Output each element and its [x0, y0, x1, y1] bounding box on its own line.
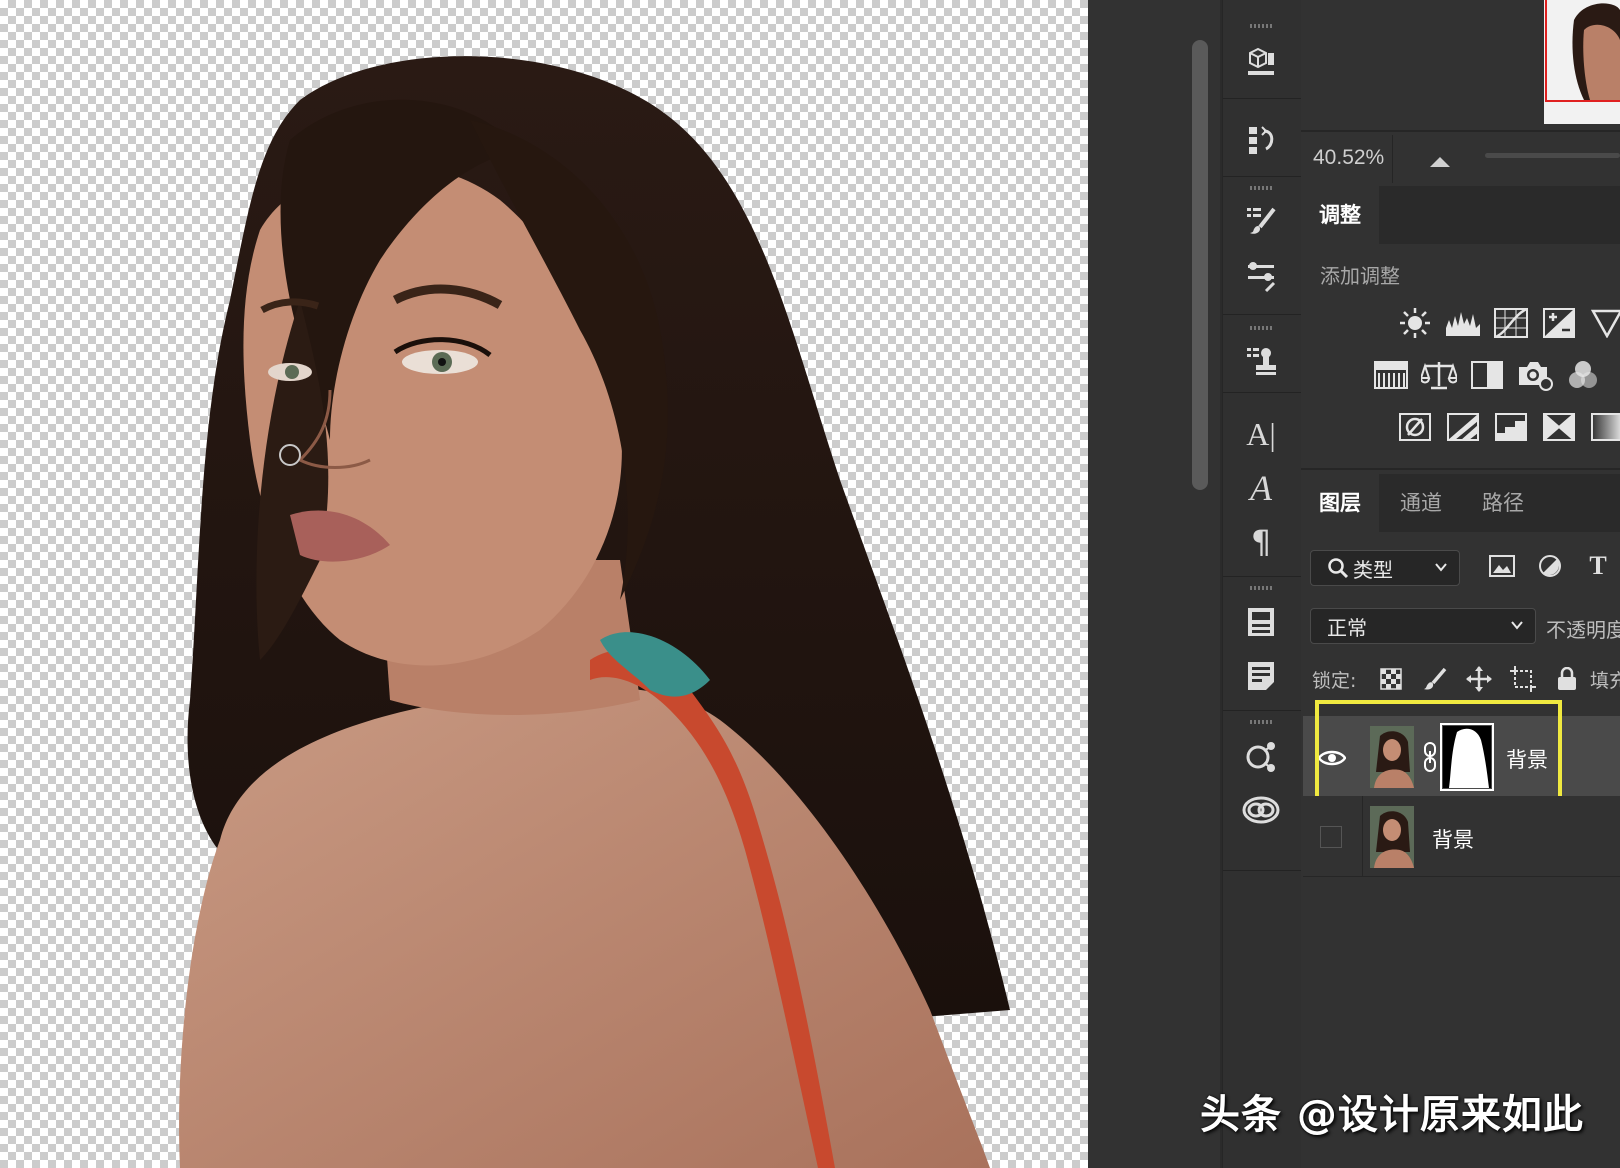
- photo-filter-icon[interactable]: [1516, 356, 1554, 394]
- curves-icon[interactable]: [1492, 304, 1530, 342]
- zoom-level[interactable]: 40.52%: [1313, 146, 1384, 170]
- watermark-text: 头条 @设计原来如此: [1200, 1092, 1584, 1138]
- chevron-down-icon: [1435, 563, 1447, 572]
- vibrance-icon[interactable]: [1588, 304, 1620, 342]
- hue-saturation-icon[interactable]: [1372, 356, 1410, 394]
- pixel-layer-filter-icon[interactable]: [1486, 550, 1518, 582]
- blend-mode-value: 正常: [1327, 615, 1367, 640]
- layers-tab-bar: 图层 通道 路径: [1301, 474, 1620, 532]
- layer-thumbnail[interactable]: [1370, 806, 1414, 868]
- annotation-highlight-box: [1315, 700, 1562, 800]
- threshold-icon[interactable]: [1492, 408, 1530, 446]
- lock-artboard-icon[interactable]: [1510, 666, 1536, 692]
- levels-icon[interactable]: [1444, 304, 1482, 342]
- document-canvas[interactable]: [0, 0, 1088, 1168]
- cutout-portrait-image: [179, 56, 1011, 1168]
- visibility-toggle-empty[interactable]: [1320, 826, 1342, 848]
- posterize-icon[interactable]: [1444, 408, 1482, 446]
- type-layer-filter-icon[interactable]: T: [1582, 550, 1614, 582]
- layer-filter-label: 类型: [1353, 557, 1393, 582]
- gradient-map-icon[interactable]: [1588, 408, 1620, 446]
- lock-all-icon[interactable]: [1554, 666, 1580, 692]
- canvas-vertical-scrollbar[interactable]: [1192, 40, 1208, 490]
- lock-position-icon[interactable]: [1466, 666, 1492, 692]
- blend-mode-dropdown[interactable]: 正常: [1310, 608, 1536, 644]
- lock-image-pixels-icon[interactable]: [1422, 666, 1448, 692]
- fill-label: 填充: [1590, 670, 1620, 692]
- selective-color-icon[interactable]: [1540, 408, 1578, 446]
- tab-layers[interactable]: 图层: [1301, 474, 1379, 532]
- zoom-out-mountain-icon[interactable]: [1430, 157, 1450, 167]
- lock-transparent-pixels-icon[interactable]: [1378, 666, 1404, 692]
- layer-filter-dropdown[interactable]: 类型: [1310, 550, 1460, 586]
- channel-mixer-icon[interactable]: [1564, 356, 1602, 394]
- adjustment-layer-filter-icon[interactable]: [1534, 550, 1566, 582]
- color-balance-icon[interactable]: [1420, 356, 1458, 394]
- invert-icon[interactable]: [1396, 408, 1434, 446]
- panel-icon-strip: A| A ¶: [1222, 0, 1302, 1168]
- opacity-label: 不透明度: [1546, 618, 1620, 642]
- black-white-icon[interactable]: [1468, 356, 1506, 394]
- zoom-slider[interactable]: [1485, 153, 1620, 158]
- tab-channels[interactable]: 通道: [1381, 474, 1461, 532]
- add-adjustment-label: 添加调整: [1320, 264, 1400, 288]
- lock-label: 锁定:: [1312, 670, 1357, 692]
- search-icon: [1328, 558, 1349, 579]
- chevron-down-icon: [1511, 621, 1523, 630]
- brightness-contrast-icon[interactable]: [1396, 304, 1434, 342]
- tab-adjustments[interactable]: 调整: [1301, 186, 1379, 244]
- exposure-icon[interactable]: [1540, 304, 1578, 342]
- tab-paths[interactable]: 路径: [1463, 474, 1543, 532]
- navigator-view-box[interactable]: [1545, 0, 1620, 102]
- layer-name[interactable]: 背景: [1432, 824, 1474, 854]
- adjustments-tab-bar: 调整: [1301, 186, 1620, 244]
